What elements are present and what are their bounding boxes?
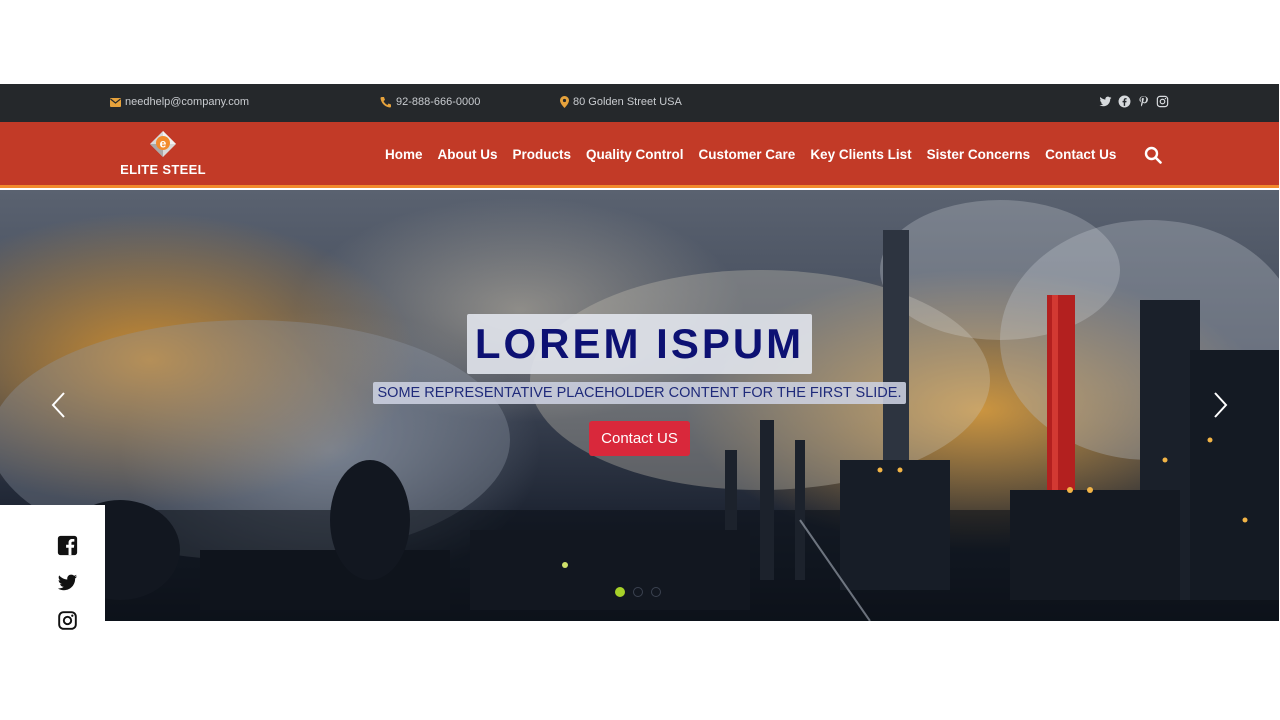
contact-email[interactable]: needhelp@company.com xyxy=(110,96,249,108)
contact-us-button[interactable]: Contact US xyxy=(589,421,690,456)
carousel-indicator-1[interactable] xyxy=(615,587,625,597)
map-marker-icon xyxy=(560,96,569,108)
brand-name: ELITE STEEL xyxy=(120,162,206,177)
site-logo[interactable]: e ELITE STEEL xyxy=(118,130,208,182)
facebook-square-icon[interactable] xyxy=(57,535,78,556)
logo-mark-icon: e xyxy=(149,130,177,158)
contact-phone[interactable]: 92-888-666-0000 xyxy=(380,96,480,108)
slide-caption: LOREM ISPUM SOME REPRESENTATIVE PLACEHOL… xyxy=(0,314,1279,456)
nav-menu: Home About Us Products Quality Control C… xyxy=(385,147,1116,162)
carousel-indicators xyxy=(615,587,661,597)
slide-subtitle: SOME REPRESENTATIVE PLACEHOLDER CONTENT … xyxy=(372,382,907,404)
instagram-icon[interactable] xyxy=(57,610,78,631)
address-text: 80 Golden Street USA xyxy=(573,96,682,108)
twitter-icon[interactable] xyxy=(57,572,78,593)
carousel-indicator-3[interactable] xyxy=(651,587,661,597)
carousel-indicator-2[interactable] xyxy=(633,587,643,597)
nav-item-contact-us[interactable]: Contact Us xyxy=(1045,147,1116,162)
phone-icon xyxy=(380,96,392,108)
nav-item-key-clients-list[interactable]: Key Clients List xyxy=(810,147,911,162)
instagram-icon[interactable] xyxy=(1156,95,1169,108)
hero-carousel: LOREM ISPUM SOME REPRESENTATIVE PLACEHOL… xyxy=(0,190,1279,621)
nav-item-sister-concerns[interactable]: Sister Concerns xyxy=(927,147,1031,162)
email-text: needhelp@company.com xyxy=(125,96,250,108)
twitter-icon[interactable] xyxy=(1099,95,1112,108)
main-navbar: e ELITE STEEL Home About Us Products Qua… xyxy=(0,122,1279,188)
pinterest-icon[interactable] xyxy=(1137,95,1150,108)
search-icon[interactable] xyxy=(1144,146,1162,164)
top-social-links xyxy=(1099,95,1169,108)
nav-item-about-us[interactable]: About Us xyxy=(438,147,498,162)
phone-text: 92-888-666-0000 xyxy=(396,96,481,108)
nav-item-products[interactable]: Products xyxy=(513,147,572,162)
contact-address: 80 Golden Street USA xyxy=(560,96,682,108)
envelope-icon xyxy=(110,97,121,107)
svg-text:e: e xyxy=(160,137,167,151)
floating-social-panel xyxy=(0,505,105,640)
nav-item-quality-control[interactable]: Quality Control xyxy=(586,147,684,162)
page: needhelp@company.com 92-888-666-0000 80 … xyxy=(0,0,1280,720)
slide-headline: LOREM ISPUM xyxy=(466,314,813,374)
nav-item-home[interactable]: Home xyxy=(385,147,423,162)
facebook-icon[interactable] xyxy=(1118,95,1131,108)
nav-item-customer-care[interactable]: Customer Care xyxy=(699,147,796,162)
top-info-bar: needhelp@company.com 92-888-666-0000 80 … xyxy=(0,84,1279,122)
